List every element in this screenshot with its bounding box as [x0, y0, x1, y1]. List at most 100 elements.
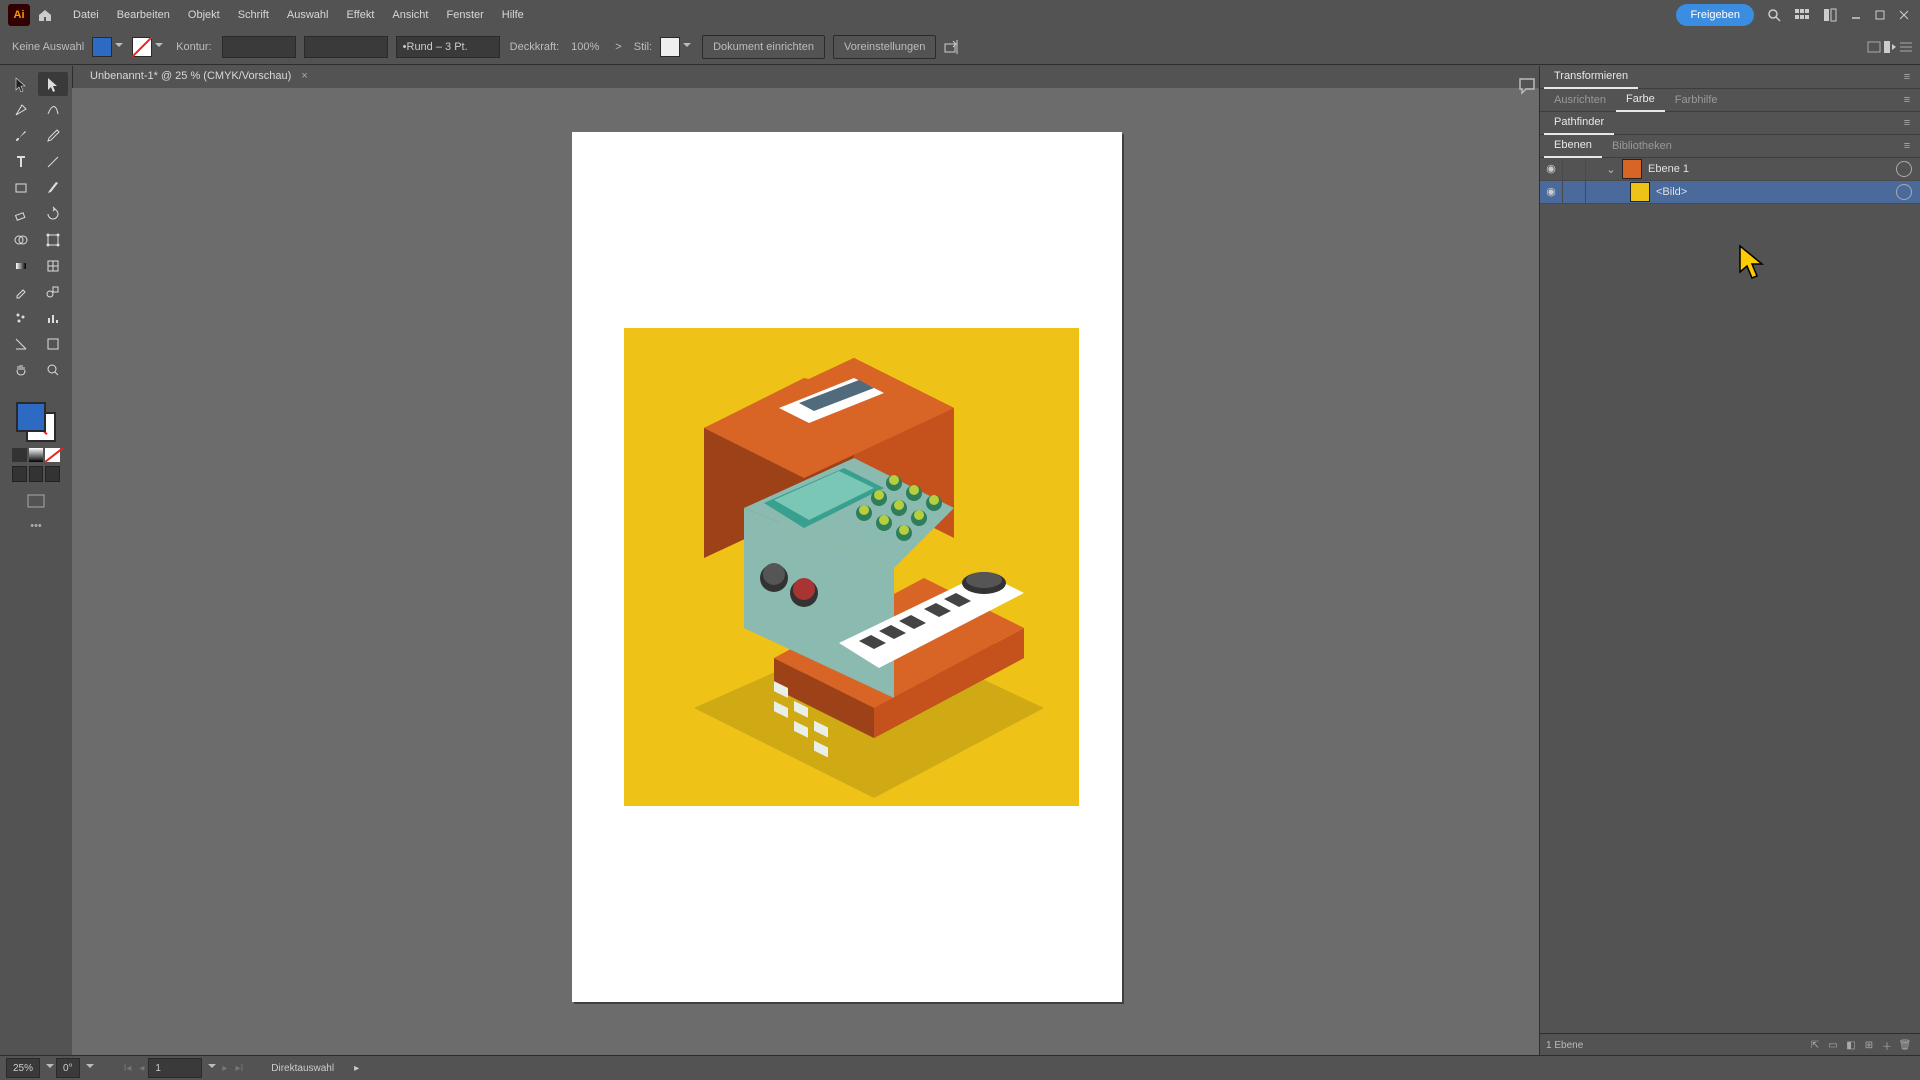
rotate-dropdown[interactable] — [84, 1061, 96, 1075]
artboard-nav-prev[interactable]: ◂ — [135, 1063, 148, 1074]
artboard-nav-first[interactable]: I◂ — [120, 1063, 136, 1074]
screen-mode-button[interactable] — [23, 492, 49, 510]
fill-dropdown[interactable] — [114, 38, 124, 56]
preferences-button[interactable]: Voreinstellungen — [833, 35, 936, 59]
eyedropper-tool[interactable] — [6, 280, 36, 304]
placed-image[interactable] — [624, 328, 1079, 806]
symbol-sprayer-tool[interactable] — [6, 306, 36, 330]
hand-tool[interactable] — [6, 358, 36, 382]
edit-toolbar-button[interactable]: ••• — [6, 520, 66, 532]
fill-stroke-indicator[interactable] — [16, 402, 56, 442]
lock-toggle[interactable] — [1563, 158, 1586, 180]
arrange-documents-button[interactable] — [1790, 3, 1814, 27]
pen-tool[interactable] — [6, 98, 36, 122]
panel-tab-color[interactable]: Farbe — [1616, 88, 1665, 112]
zoom-tool[interactable] — [38, 358, 68, 382]
free-transform-tool[interactable] — [38, 228, 68, 252]
selection-tool[interactable] — [6, 72, 36, 96]
zoom-dropdown[interactable] — [44, 1061, 56, 1075]
share-button[interactable]: Freigeben — [1676, 4, 1754, 26]
graphic-style-dropdown[interactable] — [682, 38, 692, 56]
artboard-dropdown[interactable] — [206, 1061, 218, 1075]
panel-tab-layers[interactable]: Ebenen — [1544, 134, 1602, 158]
stroke-dropdown[interactable] — [154, 38, 164, 56]
brush-definition[interactable]: • Rund – 3 Pt. — [396, 36, 500, 58]
draw-normal[interactable] — [12, 466, 27, 482]
eraser-tool[interactable] — [6, 202, 36, 226]
comment-icon[interactable] — [1518, 77, 1536, 95]
mesh-tool[interactable] — [38, 254, 68, 278]
layer-name[interactable]: Ebene 1 — [1646, 163, 1896, 175]
align-to-button[interactable] — [940, 35, 964, 59]
menu-file[interactable]: Datei — [64, 0, 108, 30]
zoom-field[interactable]: 25% — [6, 1058, 40, 1078]
layers-sublayer-icon[interactable]: ⊞ — [1860, 1040, 1878, 1051]
variable-width-profile[interactable] — [304, 36, 388, 58]
blend-tool[interactable] — [38, 280, 68, 304]
status-flyout[interactable]: ▸ — [354, 1063, 359, 1074]
layers-mask-icon[interactable]: ◧ — [1842, 1040, 1860, 1051]
visibility-toggle-icon[interactable]: ◉ — [1540, 158, 1563, 180]
menu-view[interactable]: Ansicht — [383, 0, 437, 30]
panel-tab-libraries[interactable]: Bibliotheken — [1602, 135, 1682, 157]
document-tab-close[interactable]: × — [301, 70, 307, 82]
optbar-prefs-toggle[interactable] — [1882, 39, 1898, 55]
color-mode-gradient[interactable] — [29, 448, 44, 462]
target-icon[interactable] — [1896, 184, 1912, 200]
panel-tab-pathfinder[interactable]: Pathfinder — [1544, 111, 1614, 135]
stroke-swatch[interactable] — [132, 37, 152, 57]
layers-clip-icon[interactable]: ▭ — [1824, 1040, 1842, 1051]
panel-tab-transform[interactable]: Transformieren — [1544, 65, 1638, 89]
artboard-nav-next[interactable]: ▸ — [218, 1063, 231, 1074]
fill-color-box[interactable] — [16, 402, 46, 432]
direct-selection-tool[interactable] — [38, 72, 68, 96]
rectangle-tool[interactable] — [6, 176, 36, 200]
window-maximize[interactable] — [1870, 5, 1890, 25]
workspace-switcher[interactable] — [1818, 3, 1842, 27]
optbar-menu2[interactable] — [1898, 39, 1914, 55]
search-button[interactable] — [1762, 3, 1786, 27]
panel-tab-colorguide[interactable]: Farbhilfe — [1665, 89, 1728, 111]
menu-window[interactable]: Fenster — [437, 0, 492, 30]
draw-inside[interactable] — [45, 466, 60, 482]
panel-collapse-strip[interactable] — [1514, 66, 1540, 106]
layers-new-icon[interactable]: ＋ — [1878, 1038, 1896, 1053]
layers-locate-icon[interactable]: ⇱ — [1806, 1040, 1824, 1051]
gradient-tool[interactable] — [6, 254, 36, 278]
curvature-tool[interactable] — [38, 98, 68, 122]
disclosure-triangle-icon[interactable]: ⌄ — [1604, 163, 1618, 176]
panel-menu-transform[interactable]: ≡ — [1898, 71, 1916, 83]
layer-row-image[interactable]: ◉ <Bild> — [1540, 181, 1920, 204]
column-graph-tool[interactable] — [38, 306, 68, 330]
panel-tab-align[interactable]: Ausrichten — [1544, 89, 1616, 111]
menu-effect[interactable]: Effekt — [337, 0, 383, 30]
menu-select[interactable]: Auswahl — [278, 0, 338, 30]
panel-menu-pathfinder[interactable]: ≡ — [1898, 117, 1916, 129]
rotate-tool[interactable] — [38, 202, 68, 226]
menu-type[interactable]: Schrift — [229, 0, 278, 30]
panel-menu-color[interactable]: ≡ — [1898, 94, 1916, 106]
panel-menu-layers[interactable]: ≡ — [1898, 140, 1916, 152]
document-tab[interactable]: Unbenannt-1* @ 25 % (CMYK/Vorschau) × — [80, 65, 318, 89]
canvas-area[interactable] — [72, 88, 1540, 1056]
paintbrush-tool[interactable] — [38, 176, 68, 200]
lock-toggle[interactable] — [1563, 181, 1586, 203]
brush-tool[interactable] — [6, 124, 36, 148]
window-minimize[interactable] — [1846, 5, 1866, 25]
menu-object[interactable]: Objekt — [179, 0, 229, 30]
fill-swatch[interactable] — [92, 37, 112, 57]
opacity-value[interactable]: 100% — [571, 41, 599, 53]
layers-delete-icon[interactable]: 🗑 — [1896, 1040, 1914, 1051]
home-button[interactable] — [34, 4, 56, 26]
color-mode-none[interactable] — [45, 448, 60, 462]
target-icon[interactable] — [1896, 161, 1912, 177]
visibility-toggle-icon[interactable]: ◉ — [1540, 181, 1563, 203]
artboard-number-field[interactable]: 1 — [148, 1058, 202, 1078]
draw-behind[interactable] — [29, 466, 44, 482]
window-close[interactable] — [1894, 5, 1914, 25]
menu-edit[interactable]: Bearbeiten — [108, 0, 179, 30]
slice-tool[interactable] — [6, 332, 36, 356]
shape-builder-tool[interactable] — [6, 228, 36, 252]
graphic-style-swatch[interactable] — [660, 37, 680, 57]
document-setup-button[interactable]: Dokument einrichten — [702, 35, 825, 59]
